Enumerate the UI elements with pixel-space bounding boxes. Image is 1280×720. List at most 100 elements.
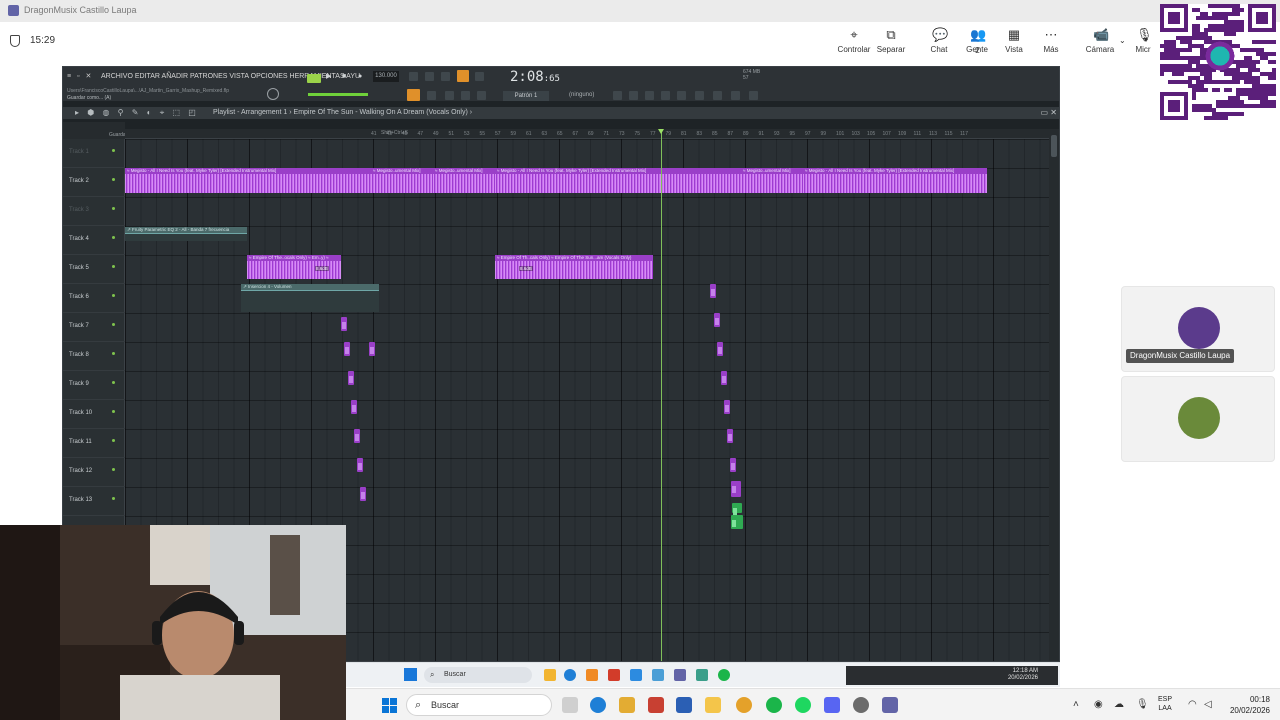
track-mute-led[interactable] xyxy=(112,468,115,471)
fx-clip[interactable] xyxy=(731,481,741,497)
audio-clip-megisto[interactable]: ≈ Megisto - All I Need Is You (feat. Myk… xyxy=(803,168,987,193)
fx-clip-green[interactable] xyxy=(732,503,742,515)
audio-clip-empire-vocals[interactable]: ≈ Empire Of The..ocals Only) ≈ Em..y) ≈ … xyxy=(247,255,341,279)
shared-search-box[interactable]: ⌕ Buscar xyxy=(424,667,532,683)
plugin-picker-icon[interactable] xyxy=(677,91,686,100)
fx-clip[interactable] xyxy=(717,342,723,356)
track-header[interactable]: Track 6 xyxy=(63,284,125,313)
store-icon[interactable] xyxy=(630,669,642,681)
output-icon[interactable] xyxy=(749,91,758,100)
arrow-icon[interactable] xyxy=(427,91,436,100)
plugin-icon[interactable] xyxy=(477,91,486,100)
fx-clip[interactable] xyxy=(369,342,375,356)
fx-clip[interactable] xyxy=(348,371,354,385)
fx-clip[interactable] xyxy=(354,429,360,443)
fx-clip[interactable] xyxy=(710,284,716,298)
fx-clip[interactable] xyxy=(714,313,720,327)
pattern-selector[interactable]: Patrón 1 xyxy=(503,91,549,101)
song-mode-icon[interactable] xyxy=(307,74,321,83)
edge-icon[interactable] xyxy=(564,669,576,681)
track-mute-led[interactable] xyxy=(112,265,115,268)
whatsapp-icon[interactable] xyxy=(766,697,782,713)
camera-button[interactable]: 📹 Cámara xyxy=(1078,28,1122,55)
word-icon[interactable] xyxy=(676,697,692,713)
track-header[interactable]: Track 1 xyxy=(63,139,125,168)
track-mute-led[interactable] xyxy=(112,207,115,210)
blend-notes-icon[interactable] xyxy=(475,72,484,81)
teams-icon[interactable] xyxy=(674,669,686,681)
playlist-close-icon[interactable]: ▭ ✕ xyxy=(1041,108,1057,117)
stop-icon[interactable]: ■ xyxy=(342,72,351,81)
audio-clip-megisto[interactable]: ≈ Megisto - All I Need Is You (feat. Myk… xyxy=(125,168,371,193)
master-pitch-knob[interactable] xyxy=(267,88,279,100)
channel-rack-icon[interactable] xyxy=(629,91,638,100)
fx-clip[interactable] xyxy=(351,400,357,414)
play-icon[interactable]: ▶ xyxy=(326,72,335,81)
fx-clip[interactable] xyxy=(360,487,366,501)
discord-icon[interactable] xyxy=(824,697,840,713)
fl-menu-bar[interactable]: ARCHIVO EDITAR AÑADIR PATRONES VISTA OPC… xyxy=(101,73,360,80)
teams-icon[interactable] xyxy=(882,697,898,713)
camera-chevron-down-icon[interactable]: ⌄ xyxy=(1119,36,1126,45)
track-header[interactable]: Track 7 xyxy=(63,313,125,342)
fx-clip-green[interactable] xyxy=(731,515,743,529)
fx-clip[interactable] xyxy=(724,400,730,414)
taskbar-clock[interactable]: 00:18 20/02/2026 xyxy=(1230,694,1270,716)
cloud-icon[interactable]: ☁ xyxy=(1114,699,1124,710)
mic-input-icon[interactable] xyxy=(713,91,722,100)
tray-app-icon[interactable]: ◉ xyxy=(1094,699,1103,710)
app-icon[interactable] xyxy=(652,669,664,681)
track-header[interactable]: Track 12 xyxy=(63,458,125,487)
more-button[interactable]: ⋯ Más xyxy=(1029,28,1073,55)
separar-button[interactable]: ⧉ Separar xyxy=(869,28,913,55)
track-header[interactable]: Track 13 xyxy=(63,487,125,516)
fl-window-controls[interactable]: ≡ ▫ ✕ xyxy=(67,72,93,80)
automation-clip-volume[interactable]: ↗ Insercion 4 - Volumen xyxy=(241,284,379,312)
track-mute-led[interactable] xyxy=(112,439,115,442)
search-app-icon[interactable] xyxy=(608,669,620,681)
wifi-icon[interactable]: ◠ xyxy=(1188,699,1197,710)
tempo-display[interactable]: 130.000 xyxy=(373,71,399,82)
fx-clip[interactable] xyxy=(727,429,733,443)
tools-icon[interactable] xyxy=(695,91,704,100)
track-header[interactable]: Track 4 xyxy=(63,226,125,255)
playlist-breadcrumb[interactable]: Playlist - Arrangement 1 › Empire Of The… xyxy=(213,109,472,116)
participant-tile[interactable]: DragonMusix Castillo Laupa xyxy=(1121,286,1275,372)
track-mute-led[interactable] xyxy=(112,236,115,239)
input-language[interactable]: ESP LAA xyxy=(1158,695,1172,713)
volume-icon[interactable]: ◁ xyxy=(1204,699,1212,710)
microphone-icon[interactable]: 🎙 xyxy=(1136,699,1149,710)
track-header[interactable]: Track 9 xyxy=(63,371,125,400)
fx-clip[interactable] xyxy=(341,317,347,331)
track-header[interactable]: Track 11 xyxy=(63,429,125,458)
mixer-icon[interactable] xyxy=(613,91,622,100)
track-mute-led[interactable] xyxy=(112,323,115,326)
windows-start-icon[interactable] xyxy=(404,668,417,681)
piano-roll-icon[interactable] xyxy=(645,91,654,100)
hint-icon[interactable] xyxy=(731,91,740,100)
track-header[interactable]: Track 3 xyxy=(63,197,125,226)
track-header[interactable]: Track 8 xyxy=(63,342,125,371)
taskbar-search-box[interactable]: ⌕ Buscar xyxy=(406,694,552,716)
audio-clip-megisto[interactable]: ≈ Megisto..umental Mix] xyxy=(741,168,803,193)
fx-clip[interactable] xyxy=(357,458,363,472)
powerpoint-icon[interactable] xyxy=(648,697,664,713)
track-mute-led[interactable] xyxy=(112,178,115,181)
track-mute-led[interactable] xyxy=(112,294,115,297)
pencil-icon[interactable] xyxy=(445,91,454,100)
automation-clip-eq[interactable]: ↗ Fruity Parametric EQ 2 - All - Banda 7… xyxy=(125,227,247,241)
edge-icon[interactable] xyxy=(590,697,606,713)
track-mute-led[interactable] xyxy=(112,352,115,355)
fx-clip[interactable] xyxy=(344,342,350,356)
task-view-icon[interactable] xyxy=(562,697,578,713)
wait-record-icon[interactable] xyxy=(457,70,469,82)
link-icon[interactable] xyxy=(461,91,470,100)
metronome-icon[interactable] xyxy=(409,72,418,81)
scrollbar-thumb[interactable] xyxy=(1051,135,1057,157)
loop-record-icon[interactable] xyxy=(425,72,434,81)
file-explorer-icon[interactable] xyxy=(705,697,721,713)
mic-button[interactable]: 🎙 Micr xyxy=(1128,28,1158,54)
track-mute-led[interactable] xyxy=(112,410,115,413)
fl-studio-icon[interactable] xyxy=(586,669,598,681)
store-icon[interactable] xyxy=(619,697,635,713)
